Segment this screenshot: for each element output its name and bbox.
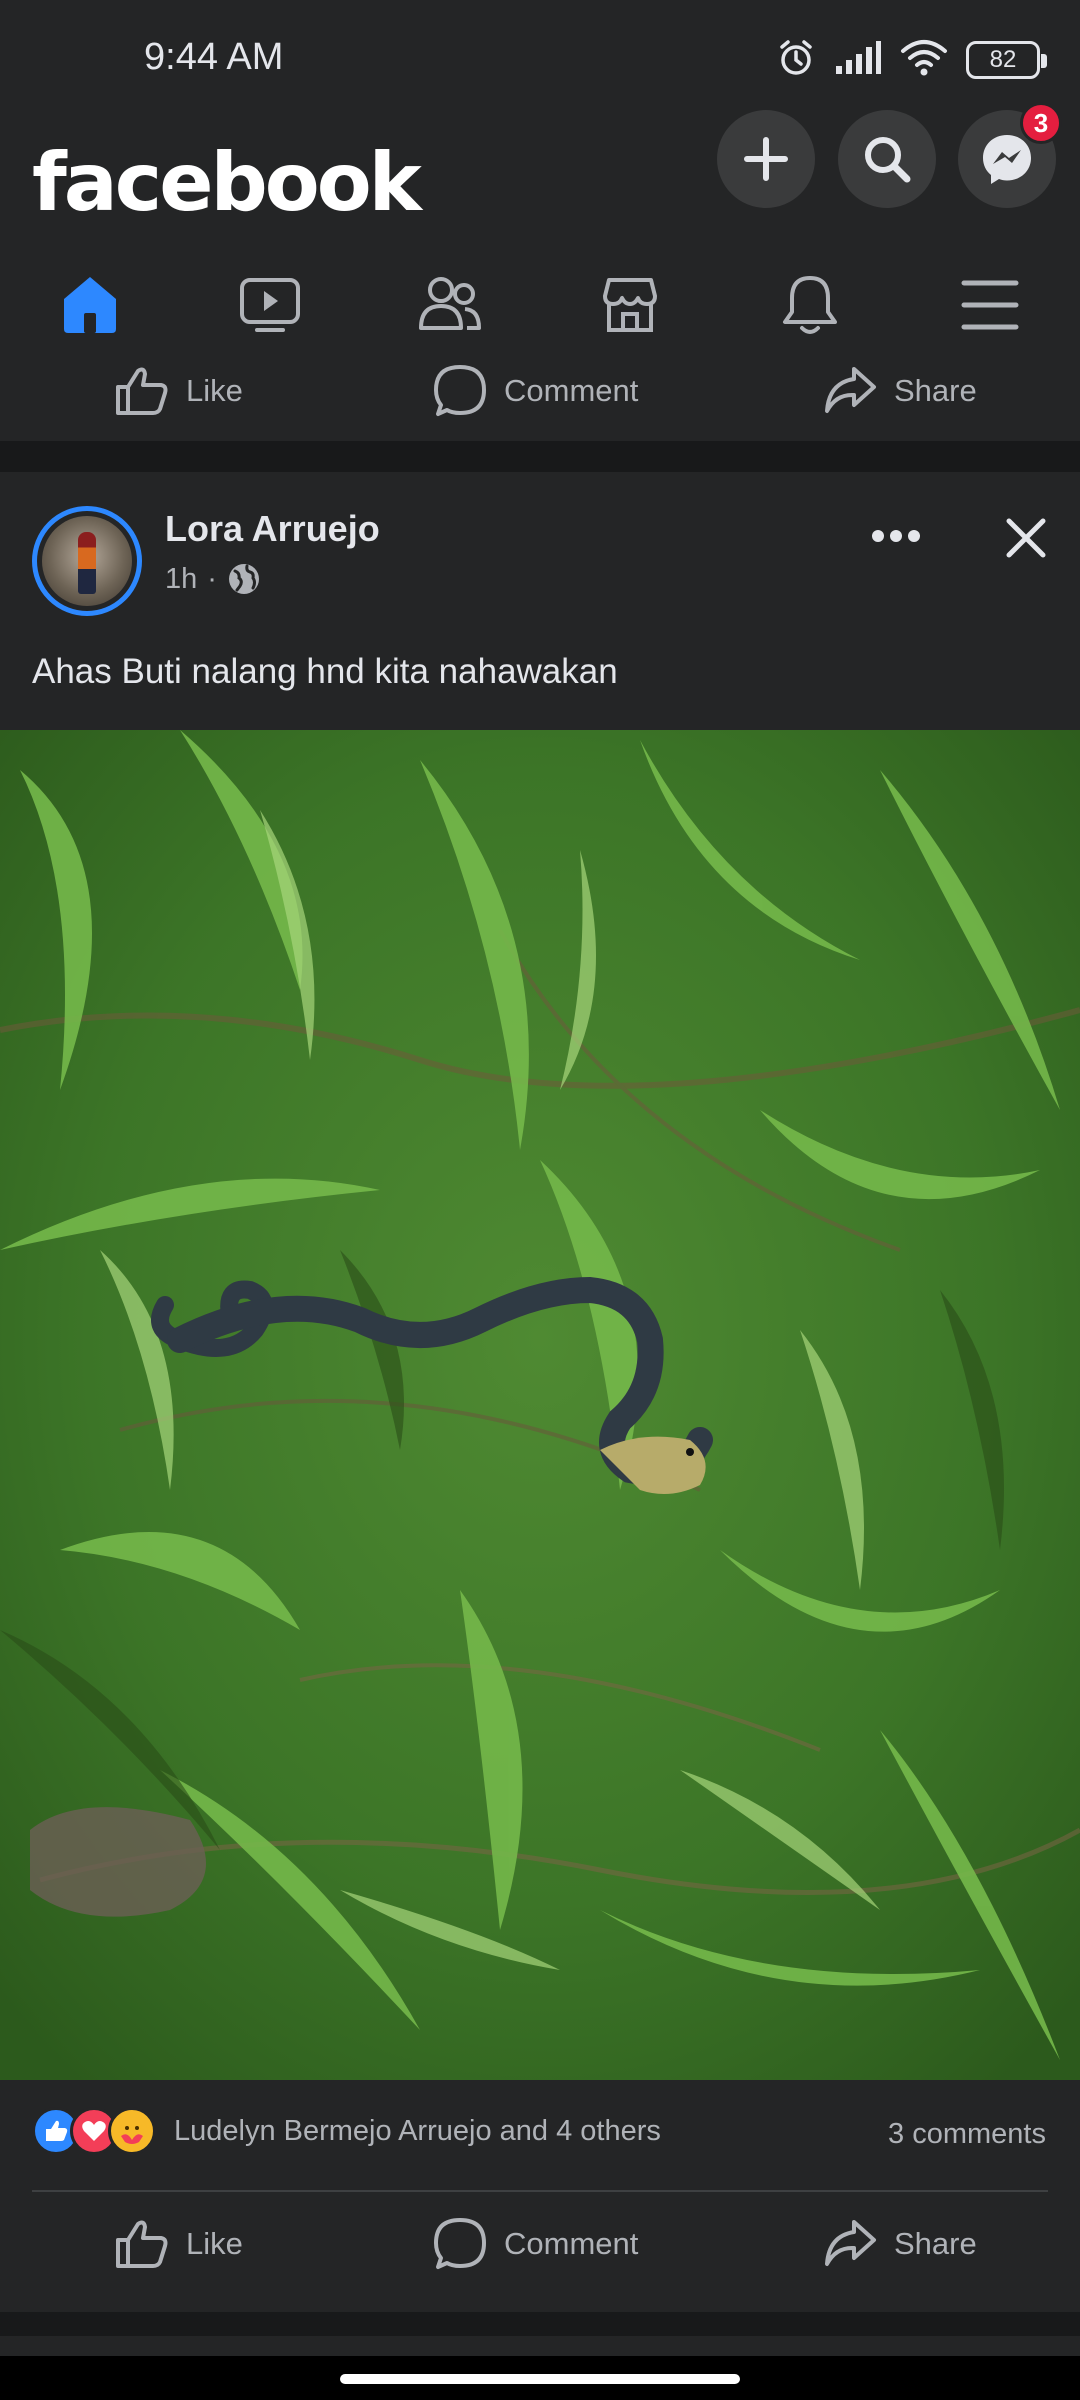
post-card: Lora Arruejo 1h · Ahas Buti nalang hnd k… bbox=[0, 472, 1080, 2312]
reactions-text: Ludelyn Bermejo Arruejo and 4 others bbox=[174, 2114, 661, 2147]
status-time: 9:44 AM bbox=[144, 36, 284, 78]
author-avatar[interactable] bbox=[32, 506, 142, 616]
comments-count[interactable]: 3 comments bbox=[888, 2118, 1046, 2151]
care-reaction-icon bbox=[108, 2107, 156, 2155]
marketplace-icon bbox=[603, 278, 657, 332]
home-icon bbox=[64, 277, 116, 333]
like-button[interactable]: Like bbox=[114, 341, 243, 441]
battery-level: 82 bbox=[989, 46, 1017, 73]
signal-icon bbox=[834, 40, 882, 81]
post-like-button[interactable]: Like bbox=[114, 2194, 243, 2294]
messenger-button[interactable]: 3 bbox=[958, 102, 1062, 208]
like-label: Like bbox=[186, 2226, 243, 2261]
facebook-logo[interactable]: facebook bbox=[32, 120, 422, 245]
alarm-icon bbox=[776, 38, 816, 83]
like-label: Like bbox=[186, 373, 243, 408]
plus-icon bbox=[744, 137, 788, 181]
post-time[interactable]: 1h bbox=[165, 563, 197, 596]
previous-post-actions: Like Comment Share bbox=[0, 341, 1080, 441]
status-icons: 82 bbox=[776, 36, 1047, 84]
comment-icon bbox=[434, 2218, 486, 2269]
video-icon bbox=[240, 278, 300, 332]
post-share-button[interactable]: Share bbox=[822, 2194, 977, 2294]
comment-label: Comment bbox=[504, 373, 639, 408]
post-options-button[interactable] bbox=[866, 516, 926, 556]
close-icon bbox=[1006, 518, 1046, 558]
post-comment-button[interactable]: Comment bbox=[432, 2194, 638, 2294]
friends-icon bbox=[419, 277, 481, 330]
post-meta: 1h · bbox=[165, 562, 261, 596]
wifi-icon bbox=[900, 39, 948, 82]
like-icon bbox=[116, 367, 168, 415]
battery-icon: 82 bbox=[966, 41, 1047, 79]
share-label: Share bbox=[894, 373, 977, 408]
bell-icon bbox=[783, 276, 837, 334]
hamburger-icon bbox=[961, 280, 1019, 330]
search-button[interactable] bbox=[838, 110, 936, 208]
like-icon bbox=[116, 2220, 168, 2268]
snake-in-grass-image bbox=[0, 730, 1080, 2080]
comment-button[interactable]: Comment bbox=[432, 341, 638, 441]
feed-separator bbox=[0, 451, 1080, 472]
post-caption: Ahas Buti nalang hnd kita nahawakan bbox=[32, 652, 618, 691]
comment-label: Comment bbox=[504, 2226, 639, 2261]
share-icon bbox=[825, 367, 876, 413]
avatar-image bbox=[42, 516, 132, 606]
globe-icon bbox=[228, 564, 259, 594]
search-icon bbox=[865, 137, 911, 183]
next-post-edge bbox=[0, 2336, 1080, 2356]
more-icon bbox=[872, 530, 920, 542]
home-indicator[interactable] bbox=[340, 2374, 740, 2384]
share-icon bbox=[825, 2220, 876, 2266]
status-bar: 9:44 AM 82 bbox=[0, 0, 1080, 120]
share-label: Share bbox=[894, 2226, 977, 2261]
post-photo[interactable] bbox=[0, 730, 1080, 2080]
post-author[interactable]: Lora Arruejo bbox=[165, 508, 380, 550]
post-divider bbox=[32, 2190, 1048, 2192]
feed-separator-bottom bbox=[0, 2312, 1080, 2336]
post-actions: Like Comment Share bbox=[0, 2194, 1080, 2294]
avatar-figure bbox=[78, 532, 96, 594]
reactions-summary[interactable]: Ludelyn Bermejo Arruejo and 4 others bbox=[32, 2104, 661, 2158]
comment-icon bbox=[434, 365, 486, 416]
hide-post-button[interactable] bbox=[996, 508, 1056, 568]
share-button[interactable]: Share bbox=[822, 341, 977, 441]
messenger-badge: 3 bbox=[1020, 102, 1062, 144]
meta-separator: · bbox=[207, 562, 217, 595]
create-button[interactable] bbox=[717, 110, 815, 208]
